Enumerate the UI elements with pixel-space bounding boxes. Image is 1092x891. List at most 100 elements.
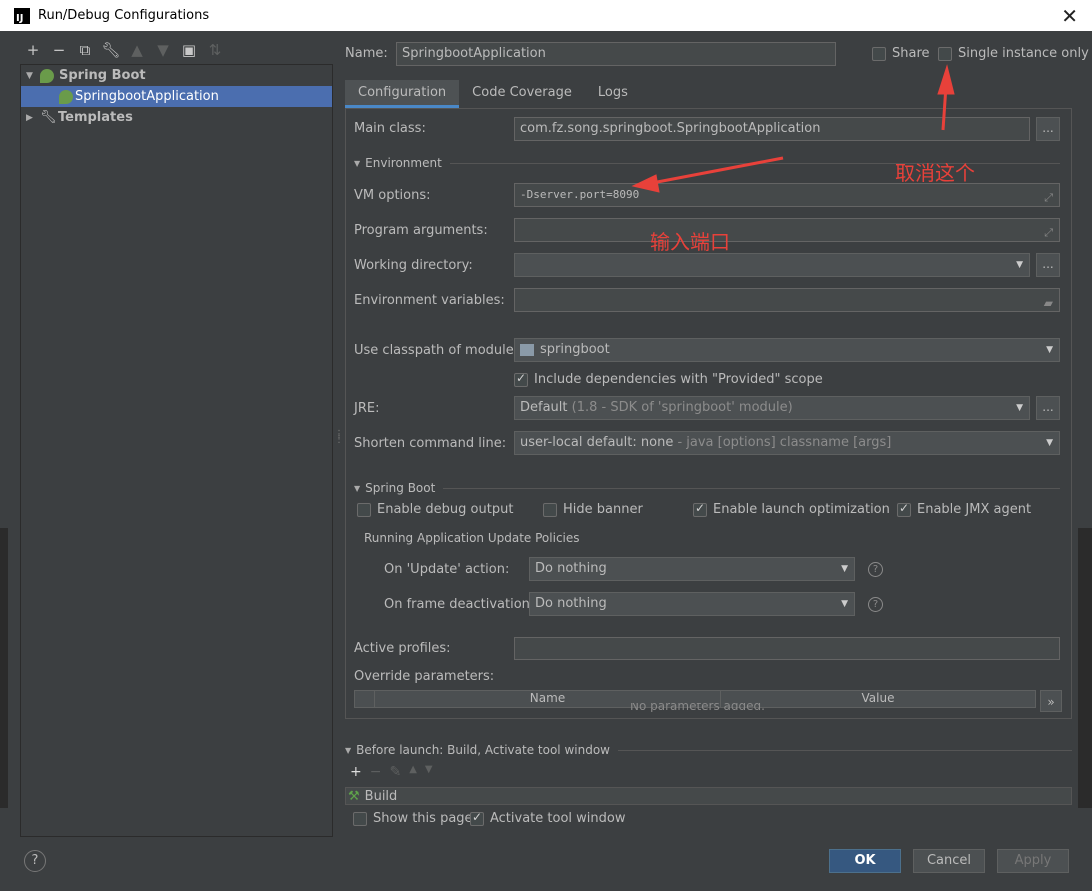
jmx-agent-label: Enable JMX agent <box>917 502 1032 517</box>
working-directory-field[interactable]: ▼ <box>514 253 1030 277</box>
apply-button[interactable]: Apply <box>997 849 1069 873</box>
minus-icon[interactable]: − <box>46 38 72 62</box>
expand-button[interactable]: » <box>1040 690 1062 712</box>
intellij-app-icon: IJ <box>14 7 30 24</box>
name-label: Name: <box>345 46 388 61</box>
arrow-down-icon[interactable]: ▼ <box>150 38 176 62</box>
spring-boot-section-header[interactable]: ▼ Spring Boot <box>354 481 1060 495</box>
jre-dropdown[interactable]: Default (1.8 - SDK of 'springboot' modul… <box>514 396 1030 420</box>
tree-item-springboot-application[interactable]: SpringbootApplication <box>21 86 332 107</box>
launch-optimization-checkbox[interactable]: Enable launch optimization <box>693 501 890 517</box>
arrow-down-icon[interactable]: ▼ <box>425 764 433 780</box>
main-class-label: Main class: <box>354 121 426 136</box>
chevron-down-icon[interactable]: ▼ <box>26 71 36 81</box>
chevron-down-icon: ▼ <box>1046 345 1053 355</box>
jmx-agent-checkbox[interactable]: Enable JMX agent <box>897 501 1032 517</box>
before-launch-section-header[interactable]: ▼ Before launch: Build, Activate tool wi… <box>345 743 1072 757</box>
arrow-up-icon[interactable]: ▲ <box>124 38 150 62</box>
on-update-value: Do nothing <box>535 561 607 576</box>
activate-tool-window-checkbox[interactable]: Activate tool window <box>470 810 625 826</box>
chevron-down-icon: ▼ <box>1016 403 1023 413</box>
jre-value: Default <box>520 400 568 415</box>
vm-options-value: -Dserver.port=8090 <box>520 188 640 201</box>
chevron-down-icon: ▼ <box>1016 260 1023 270</box>
tab-configuration[interactable]: Configuration <box>345 80 460 108</box>
debug-output-checkbox[interactable]: Enable debug output <box>357 502 513 517</box>
jre-hint: (1.8 - SDK of 'springboot' module) <box>571 400 793 415</box>
minus-icon[interactable]: − <box>370 764 382 780</box>
program-arguments-field[interactable]: ⤢ <box>514 218 1060 242</box>
column-value-header[interactable]: Value <box>721 691 1035 707</box>
include-provided-checkbox[interactable]: Include dependencies with "Provided" sco… <box>514 371 823 387</box>
active-profiles-field[interactable] <box>514 637 1060 660</box>
help-icon[interactable]: ? <box>868 562 883 577</box>
module-folder-icon <box>520 343 534 356</box>
tree-item-label: Spring Boot <box>59 68 146 83</box>
expand-icon[interactable]: ⤢ <box>1044 187 1053 206</box>
environment-variables-field[interactable]: ▰ <box>514 288 1060 312</box>
ok-button[interactable]: OK <box>829 849 901 873</box>
build-item-label: Build <box>364 789 398 804</box>
main-class-field[interactable]: com.fz.song.springboot.SpringbootApplica… <box>514 117 1030 141</box>
environment-section-label: Environment <box>365 156 442 170</box>
folder-plus-icon[interactable]: ▣ <box>176 38 202 62</box>
before-launch-toolbar: + − ✎ ▲ ▼ <box>350 764 433 780</box>
help-icon[interactable]: ? <box>868 597 883 612</box>
wrench-icon[interactable]: 🔧︎ <box>98 38 124 62</box>
classpath-module-value: springboot <box>540 342 610 357</box>
shorten-command-label: Shorten command line: <box>354 436 507 451</box>
expand-icon[interactable]: ⤢ <box>1044 222 1053 241</box>
hammer-icon: ⚒ <box>348 789 360 804</box>
on-frame-dropdown[interactable]: Do nothing ▼ <box>529 592 855 616</box>
list-item[interactable]: ⚒ Build <box>348 788 397 805</box>
tree-item-label: SpringbootApplication <box>75 89 219 104</box>
close-icon[interactable]: ✕ <box>1061 4 1078 28</box>
classpath-module-dropdown[interactable]: springboot ▼ <box>514 338 1060 362</box>
splitter-handle[interactable]: ⋮ ⋮ <box>334 430 344 445</box>
sort-icon[interactable]: ⇅ <box>202 38 228 62</box>
active-profiles-label: Active profiles: <box>354 641 451 656</box>
tree-item-spring-boot[interactable]: ▼ Spring Boot <box>21 65 332 86</box>
shorten-command-dropdown[interactable]: user-local default: none - java [options… <box>514 431 1060 455</box>
chevron-down-icon: ▼ <box>841 599 848 609</box>
pencil-icon[interactable]: ✎ <box>389 764 401 780</box>
cancel-button[interactable]: Cancel <box>913 849 985 873</box>
folder-icon[interactable]: ▰ <box>1044 292 1053 311</box>
help-button[interactable]: ? <box>24 850 46 872</box>
background-editor-left <box>0 528 8 808</box>
on-update-dropdown[interactable]: Do nothing ▼ <box>529 557 855 581</box>
copy-icon[interactable]: ⧉ <box>72 38 98 62</box>
tab-code-coverage[interactable]: Code Coverage <box>459 80 585 108</box>
working-directory-browse-button[interactable]: ... <box>1036 253 1060 277</box>
arrow-up-icon[interactable]: ▲ <box>409 764 417 780</box>
share-label: Share <box>892 46 930 61</box>
tree-item-templates[interactable]: ▶ 🔧︎ Templates <box>21 107 332 128</box>
hide-banner-checkbox[interactable]: Hide banner <box>543 502 643 517</box>
tab-logs[interactable]: Logs <box>585 80 641 108</box>
single-instance-checkbox[interactable]: Single instance only <box>938 46 1089 61</box>
share-checkbox[interactable]: Share <box>872 46 930 61</box>
spring-boot-icon <box>40 68 54 83</box>
update-policies-header: Running Application Update Policies <box>364 531 1060 545</box>
show-this-page-checkbox[interactable]: Show this page <box>353 811 473 826</box>
on-frame-value: Do nothing <box>535 596 607 611</box>
chevron-down-icon: ▼ <box>354 483 361 493</box>
jre-browse-button[interactable]: ... <box>1036 396 1060 420</box>
chevron-right-icon[interactable]: ▶ <box>26 113 36 123</box>
before-launch-list: ⚒ Build <box>345 787 1072 805</box>
vm-options-label: VM options: <box>354 188 431 203</box>
show-this-page-label: Show this page <box>373 811 473 826</box>
on-update-label: On 'Update' action: <box>384 562 510 577</box>
hide-banner-label: Hide banner <box>563 502 643 517</box>
main-class-browse-button[interactable]: ... <box>1036 117 1060 141</box>
vm-options-field[interactable]: -Dserver.port=8090 ⤢ <box>514 183 1060 207</box>
before-launch-label: Before launch: Build, Activate tool wind… <box>356 743 610 757</box>
chevron-down-icon: ▼ <box>1046 438 1053 448</box>
name-field[interactable]: SpringbootApplication <box>396 42 836 66</box>
chevron-down-icon: ▼ <box>841 564 848 574</box>
classpath-module-label: Use classpath of module: <box>354 343 519 358</box>
tab-bar: Configuration Code Coverage Logs <box>345 80 641 108</box>
plus-icon[interactable]: + <box>350 764 362 780</box>
spring-boot-section-label: Spring Boot <box>365 481 436 495</box>
plus-icon[interactable]: + <box>20 38 46 62</box>
